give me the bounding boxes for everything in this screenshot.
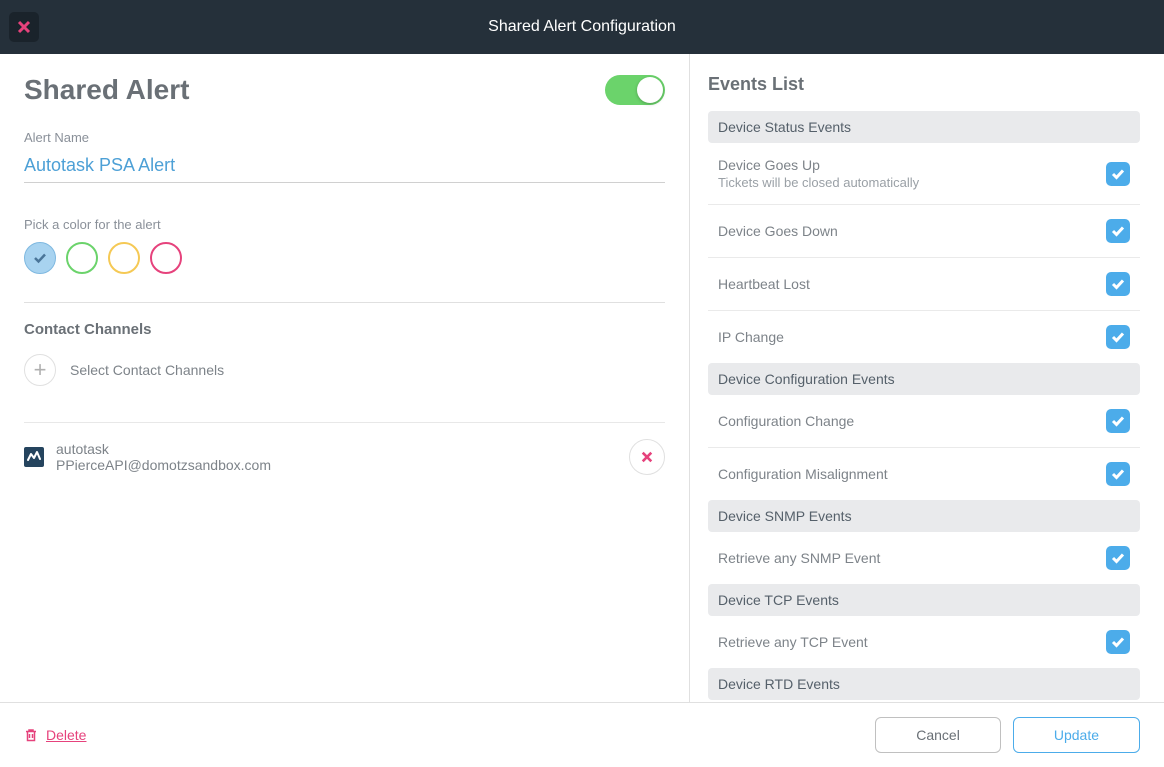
color-option-yellow[interactable] [108,242,140,274]
select-channels-text: Select Contact Channels [70,362,224,378]
event-label: Device Goes Down [718,223,838,239]
contact-item: autotask PPierceAPI@domotzsandbox.com [24,422,665,491]
contact-channels-title: Contact Channels [24,321,665,338]
alert-name-label: Alert Name [24,130,665,145]
color-row [24,242,665,274]
events-list-title: Events List [708,74,1140,95]
event-sublabel: Tickets will be closed automatically [718,175,919,190]
check-icon [1111,551,1125,565]
title-row: Shared Alert [24,74,665,106]
event-checkbox[interactable] [1106,546,1130,570]
check-icon [1111,414,1125,428]
left-panel: Shared Alert Alert Name Pick a color for… [0,54,690,702]
event-label: Heartbeat Lost [718,276,810,292]
event-label: IP Change [718,329,784,345]
delete-button[interactable]: Delete [24,727,86,743]
enabled-toggle[interactable] [605,75,665,105]
check-icon [33,251,47,265]
color-option-green[interactable] [66,242,98,274]
event-checkbox[interactable] [1106,162,1130,186]
event-group-header: Device Status Events [708,111,1140,143]
event-item: Retrieve any SNMP Event [708,532,1140,584]
event-label: Device Goes Up [718,157,919,173]
plus-icon: + [24,354,56,386]
close-icon [641,451,653,463]
check-icon [1111,277,1125,291]
events-container: Device Status Events Device Goes Up Ticket… [708,111,1140,700]
close-icon [17,20,31,34]
modal-header: Shared Alert Configuration [0,0,1164,54]
event-label: Configuration Change [718,413,854,429]
color-section: Pick a color for the alert [24,217,665,274]
event-item: Heartbeat Lost [708,258,1140,311]
check-icon [1111,167,1125,181]
contact-info: autotask PPierceAPI@domotzsandbox.com [56,441,617,473]
footer-actions: Cancel Update [875,717,1140,753]
footer: Delete Cancel Update [0,702,1164,767]
event-checkbox[interactable] [1106,272,1130,296]
event-label: Retrieve any SNMP Event [718,550,880,566]
close-button[interactable] [9,12,39,42]
event-checkbox[interactable] [1106,219,1130,243]
page-title: Shared Alert [24,74,189,106]
color-option-blue[interactable] [24,242,56,274]
event-item: IP Change [708,311,1140,363]
check-icon [1111,467,1125,481]
toggle-knob [637,77,663,103]
event-group-header: Device RTD Events [708,668,1140,700]
event-item: Configuration Change [708,395,1140,448]
event-item: Configuration Misalignment [708,448,1140,500]
remove-contact-button[interactable] [629,439,665,475]
check-icon [1111,224,1125,238]
event-item: Device Goes Down [708,205,1140,258]
event-group-header: Device TCP Events [708,584,1140,616]
color-label: Pick a color for the alert [24,217,665,232]
event-checkbox[interactable] [1106,325,1130,349]
modal-body: Shared Alert Alert Name Pick a color for… [0,54,1164,702]
event-label: Configuration Misalignment [718,466,888,482]
event-item: Retrieve any TCP Event [708,616,1140,668]
event-checkbox[interactable] [1106,462,1130,486]
divider [24,302,665,303]
event-group-header: Device Configuration Events [708,363,1140,395]
alert-name-input[interactable] [24,149,665,183]
contact-name: autotask [56,441,617,457]
event-item: Device Goes Up Tickets will be closed aut… [708,143,1140,205]
modal: Shared Alert Configuration Shared Alert … [0,0,1164,767]
contact-email: PPierceAPI@domotzsandbox.com [56,457,617,473]
modal-title: Shared Alert Configuration [488,18,676,36]
autotask-icon [24,447,44,467]
update-button[interactable]: Update [1013,717,1140,753]
event-checkbox[interactable] [1106,630,1130,654]
event-checkbox[interactable] [1106,409,1130,433]
event-group-header: Device SNMP Events [708,500,1140,532]
alert-name-field: Alert Name [24,130,665,183]
color-option-pink[interactable] [150,242,182,274]
cancel-button[interactable]: Cancel [875,717,1001,753]
right-panel: Events List Device Status EventsDevice G… [690,54,1164,702]
delete-label: Delete [46,727,86,743]
check-icon [1111,330,1125,344]
event-label: Retrieve any TCP Event [718,634,868,650]
trash-icon [24,728,38,742]
check-icon [1111,635,1125,649]
select-channels-button[interactable]: + Select Contact Channels [24,354,665,386]
